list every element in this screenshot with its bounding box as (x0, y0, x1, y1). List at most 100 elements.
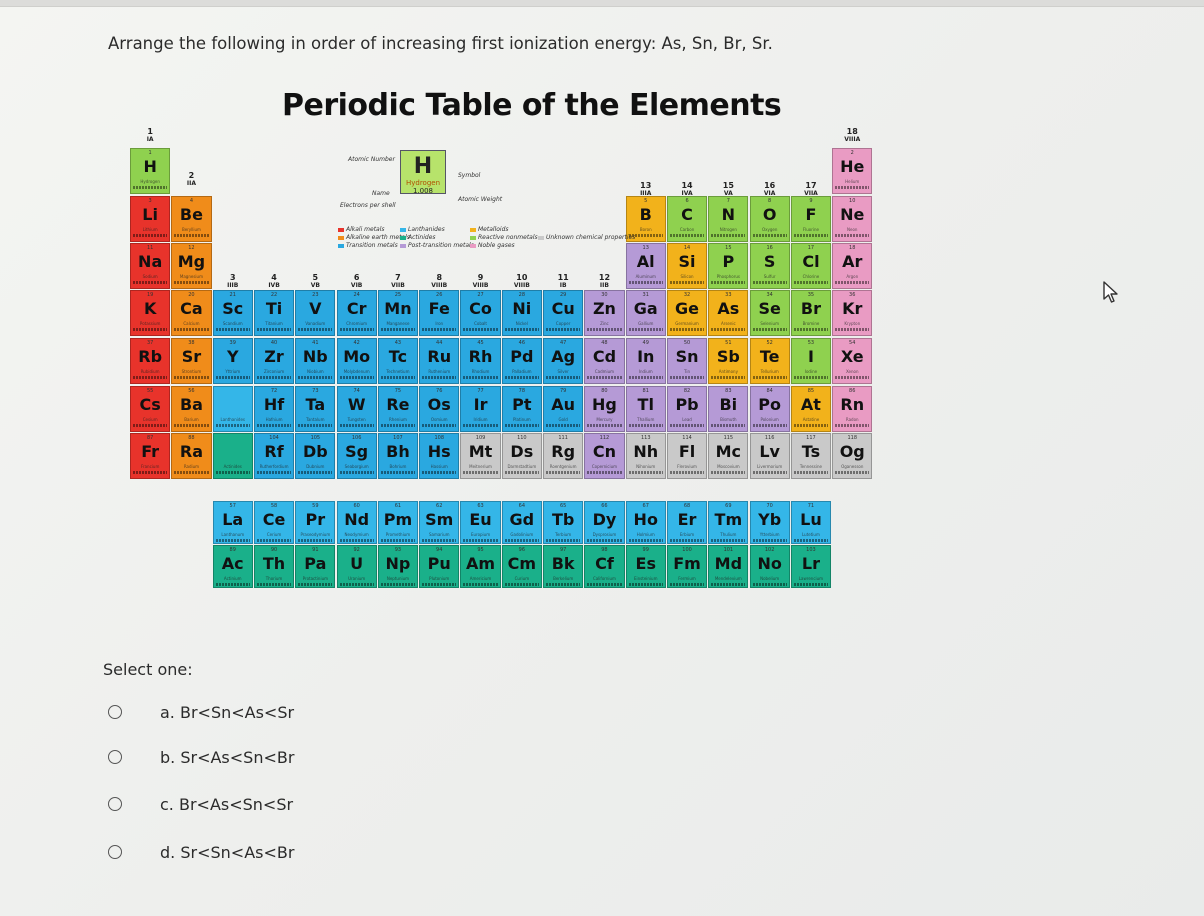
legend-key-symbol: H (413, 154, 433, 179)
element-number: 38 (188, 340, 195, 346)
element-symbol: P (722, 252, 735, 271)
element-symbol: Db (302, 442, 328, 461)
element-name: Oganesson (841, 464, 864, 469)
element-symbol: Na (138, 252, 163, 271)
element-number: 100 (682, 547, 692, 553)
option-c[interactable]: c. Br<As<Sn<Sr (108, 792, 293, 816)
element-mass (752, 376, 787, 379)
element-name: Plutonium (429, 576, 450, 581)
element-name: Ruthenium (428, 369, 451, 374)
element-pa: 91 Pa Protactinium (295, 545, 336, 588)
element-mass (463, 328, 498, 331)
element-number: 94 (436, 547, 443, 553)
element-name: Mendelevium (714, 576, 742, 581)
element-mass (793, 281, 829, 284)
element-mass (711, 539, 746, 542)
element-number: 98 (601, 547, 608, 553)
option-b[interactable]: b. Sr<As<Sn<Br (108, 745, 294, 769)
element-mass (793, 471, 829, 474)
option-d-radio[interactable] (108, 845, 122, 859)
element-number: 45 (477, 340, 484, 346)
element-mass (628, 424, 663, 427)
element-mass (546, 328, 581, 331)
element-mass (587, 583, 622, 586)
element-symbol: Ts (801, 442, 821, 461)
element-lanthanides: Lanthanides (212, 386, 253, 432)
element-am: 95 Am Americium (460, 545, 501, 588)
element-mass (835, 234, 870, 237)
element-mass (628, 328, 663, 331)
element-number: 60 (353, 503, 360, 509)
element-br: 35 Br Bromine (790, 290, 832, 336)
element-tl: 81 Tl Thallium (625, 386, 666, 432)
option-a-radio[interactable] (108, 705, 122, 719)
element-name: Nihonium (636, 464, 656, 469)
element-symbol: Tm (714, 510, 743, 529)
element-number: 96 (518, 547, 526, 553)
element-mass (628, 471, 663, 474)
element-name: Cerium (266, 532, 282, 537)
element-mass (835, 376, 870, 379)
legend-swatch (470, 235, 476, 240)
group-label-1: 1 IA (146, 127, 154, 144)
group-label-2: 2 IIA (186, 171, 196, 188)
element-mass (463, 376, 498, 379)
element-symbol: Ar (842, 252, 863, 271)
element-number: 28 (518, 292, 526, 298)
element-mass (546, 424, 581, 427)
option-b-radio[interactable] (108, 750, 122, 764)
element-name: Selenium (760, 321, 779, 326)
group-label-14: 14 IVA (681, 181, 693, 198)
element-cm: 96 Cm Curium (501, 545, 542, 588)
element-symbol: Rn (840, 395, 865, 414)
element-mass (256, 583, 292, 586)
element-name: Tungsten (347, 417, 366, 422)
element-name: Calcium (183, 321, 200, 326)
element-number: 35 (807, 292, 815, 298)
element-symbol: Gd (509, 510, 535, 529)
element-symbol: Sm (425, 510, 454, 529)
element-number: 43 (394, 340, 402, 346)
element-name: Krypton (844, 321, 861, 326)
element-cf: 98 Cf Californium (584, 545, 625, 588)
element-c: 6 C Carbon (666, 196, 708, 242)
element-tm: 69 Tm Thulium (708, 501, 749, 544)
option-a[interactable]: a. Br<Sn<As<Sr (108, 700, 294, 724)
legend-swatch (338, 243, 344, 248)
element-number: 72 (270, 388, 278, 394)
element-ce: 58 Ce Cerium (253, 501, 295, 544)
element-number: 31 (642, 292, 649, 298)
element-symbol: Te (759, 347, 780, 366)
option-c-radio[interactable] (108, 797, 122, 811)
element-number: 80 (601, 388, 608, 394)
element-name: Roentgenium (549, 464, 577, 469)
element-number: 1 (148, 150, 152, 156)
element-f: 9 F Fluorine (790, 196, 832, 242)
element-hg: 80 Hg Mercury (584, 386, 625, 432)
option-d[interactable]: d. Sr<Sn<As<Br (108, 840, 294, 864)
element-mass (669, 234, 705, 237)
element-symbol: In (637, 347, 655, 366)
element-ar: 18 Ar Argon (832, 243, 873, 289)
element-number: 4 (189, 198, 194, 204)
element-ag: 47 Ag Silver (543, 338, 584, 384)
legend-category: Actinides (400, 234, 436, 241)
element-md: 101 Md Mendelevium (708, 545, 749, 588)
element-rf: 104 Rf Rutherfordium (253, 433, 295, 479)
element-name: Neon (847, 227, 858, 232)
element-mass (298, 583, 333, 586)
element-name: Cesium (142, 417, 158, 422)
element-number: 27 (477, 292, 484, 298)
group-label-3: 3 IIIB (227, 273, 239, 290)
element-number: 21 (229, 292, 236, 298)
element-number: 56 (188, 388, 195, 394)
element-number: 36 (849, 292, 856, 298)
element-name: Bismuth (720, 417, 737, 422)
element-number: 73 (312, 388, 319, 394)
element-mass (835, 186, 870, 189)
element-li: 3 Li Lithium (130, 196, 171, 242)
element-mass (380, 376, 416, 379)
legend-key-mass: 1.008 (412, 187, 434, 195)
element-symbol: Mg (177, 252, 206, 271)
element-mass (380, 471, 416, 474)
